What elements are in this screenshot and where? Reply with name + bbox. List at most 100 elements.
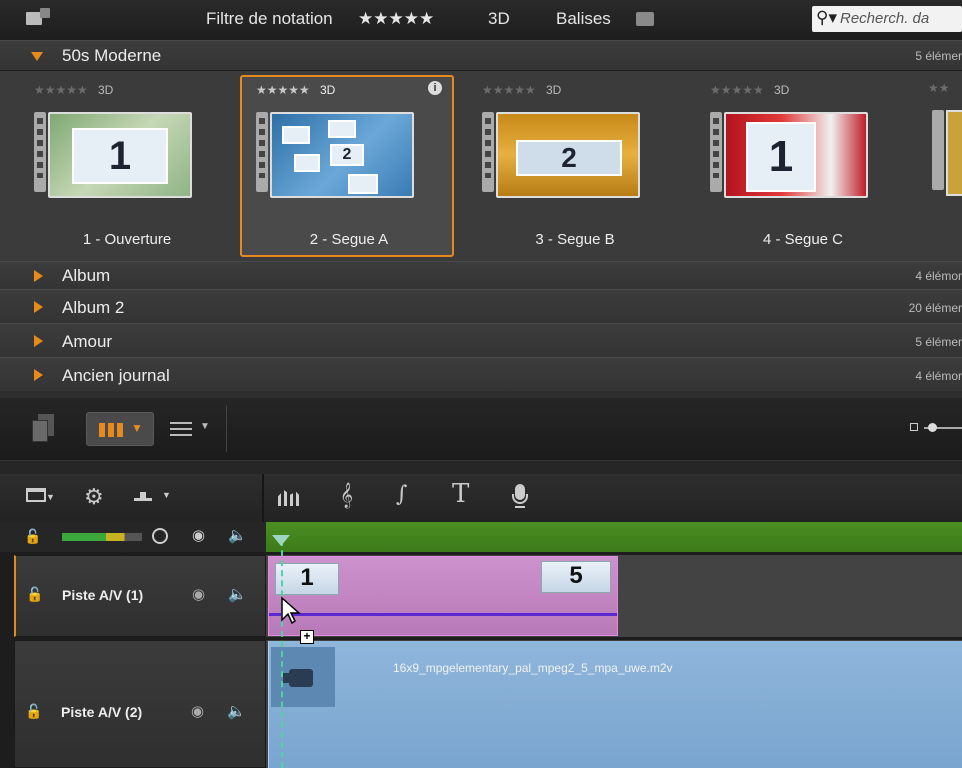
zoom-slider-handle[interactable] [928, 423, 937, 432]
tags-filter-label[interactable]: Balises [556, 9, 611, 29]
thumbnail-name: 4 - Segue C [762, 231, 844, 248]
3d-tag: 3D [98, 83, 114, 97]
list-icon [170, 422, 192, 436]
thumbnail-image: 2 [270, 112, 414, 198]
mini-tile [328, 120, 356, 138]
filter-3d-button[interactable]: 3D [488, 9, 510, 29]
rating-stars-partial: ★★ [928, 81, 950, 95]
info-icon[interactable]: i [428, 81, 442, 95]
zoom-slider[interactable] [910, 420, 962, 436]
collapsed-arrow-icon[interactable] [34, 301, 43, 313]
category-50s-moderne[interactable]: 50s Moderne 5 élémer [0, 40, 962, 70]
audio-mixer-icon[interactable] [278, 490, 302, 506]
track-name: Piste A/V (2) [61, 704, 143, 720]
category-ancien-journal[interactable]: Ancien journal 4 élémor [0, 357, 962, 391]
stack-view-icon[interactable] [32, 414, 58, 442]
speaker-icon[interactable]: 🔈 [228, 585, 247, 603]
volume-meter [62, 533, 142, 541]
collapsed-arrow-icon[interactable] [34, 270, 43, 282]
track-header-av1[interactable]: 🔓 Piste A/V (1) ◉ 🔈 [14, 555, 266, 637]
timeline-separator[interactable] [0, 460, 962, 474]
play-circle-icon[interactable] [152, 528, 168, 544]
category-amour[interactable]: Amour 5 élémer [0, 323, 962, 357]
collection-menu-icon[interactable] [26, 6, 54, 32]
category-album-2[interactable]: Album 2 20 élémer [0, 289, 962, 323]
microphone-icon[interactable] [512, 484, 528, 512]
film-strip-icon [710, 112, 722, 192]
film-strip-icon [932, 110, 944, 190]
thumbnail-name: 1 - Ouverture [82, 231, 172, 248]
category-name: 50s Moderne [62, 46, 162, 65]
toolbar-divider [262, 474, 264, 522]
track-header-av2[interactable]: 🔓 Piste A/V (2) ◉ 🔈 [14, 640, 266, 768]
tags-toggle-icon[interactable] [636, 12, 654, 26]
search-icon: ⚲▾ [816, 8, 837, 27]
playhead-line [281, 540, 283, 768]
thumbnail-image: 2 [496, 112, 640, 198]
thumbnail-item-selected[interactable]: ★★★★★ 3D i 2 2 - Segue A [240, 75, 454, 257]
timeline-toolbar: ▼ ⚙ ▼ 𝄞 ∫ T [0, 474, 962, 522]
search-input[interactable]: ⚲▾ Recherch. da [812, 6, 962, 32]
thumbnail-item[interactable]: ★★★★★ 3D 1 4 - Segue C [694, 75, 908, 257]
eye-icon[interactable]: ◉ [191, 702, 204, 720]
rating-stars[interactable]: ★★★★★ [710, 83, 764, 97]
lock-icon[interactable]: 🔓 [25, 703, 42, 720]
scorefitter-icon[interactable]: ∫ [396, 482, 407, 507]
thumbnail-image: 1 [48, 112, 192, 198]
category-count: 20 élémer [908, 301, 962, 315]
category-album[interactable]: Album 4 élémor [0, 261, 962, 289]
search-placeholder: Recherch. da [840, 10, 930, 27]
settings-icon[interactable]: ⚙ [84, 484, 104, 510]
track-options-icon[interactable]: ▼ [26, 488, 56, 508]
category-name: Album 2 [62, 298, 125, 317]
collapsed-arrow-icon[interactable] [34, 335, 43, 347]
rating-stars[interactable]: ★★★★★ [482, 83, 536, 97]
master-track-lane[interactable] [266, 522, 962, 552]
rating-filter-stars[interactable]: ★★★★★ [358, 9, 434, 29]
clip-start-number: 1 [275, 563, 339, 595]
timeline-clip-transition[interactable]: 1 5 [268, 556, 618, 636]
3d-tag: 3D [546, 83, 562, 97]
title-tool-icon[interactable]: T [452, 479, 469, 509]
thumbnail-number: 1 [72, 128, 168, 184]
track-name: Piste A/V (1) [62, 587, 144, 603]
film-strip-icon [256, 112, 268, 192]
category-count: 4 élémor [915, 269, 962, 283]
lock-icon[interactable]: 🔓 [24, 528, 41, 545]
rating-stars[interactable]: ★★★★★ [34, 83, 88, 97]
rating-stars[interactable]: ★★★★★ [256, 83, 310, 97]
thumbnail-image: 1 [724, 112, 868, 198]
category-name: Ancien journal [62, 366, 170, 385]
music-note-icon[interactable]: 𝄞 [340, 482, 353, 508]
list-view-button[interactable]: ▼ [166, 414, 216, 444]
thumbnail-view-button[interactable]: ▼ [86, 412, 154, 446]
film-strip-icon [34, 112, 46, 192]
browser-bottom-edge [0, 391, 962, 398]
view-toolbar: ▼ ▼ [0, 398, 962, 460]
zoom-small-icon [910, 423, 918, 431]
clip-end-number: 5 [541, 561, 611, 593]
collapsed-arrow-icon[interactable] [34, 369, 43, 381]
speaker-icon[interactable]: 🔈 [227, 702, 246, 720]
clip-filename: 16x9_mpgelementary_pal_mpeg2_5_mpa_uwe.m… [393, 661, 673, 675]
category-count: 5 élémer [915, 49, 962, 63]
eye-icon[interactable]: ◉ [192, 526, 205, 544]
chevron-down-icon: ▼ [200, 421, 210, 432]
timeline-clip-video[interactable]: 16x9_mpgelementary_pal_mpeg2_5_mpa_uwe.m… [268, 641, 962, 768]
thumbnail-grid: ★★★★★ 3D 1 1 - Ouverture ★★★★★ 3D i 2 2 … [0, 71, 962, 261]
snap-tool-icon[interactable]: ▼ [134, 490, 176, 506]
playhead-marker[interactable] [272, 535, 290, 546]
thumbnail-item[interactable]: ★★★★★ 3D 2 3 - Segue B [466, 75, 680, 257]
3d-tag: 3D [320, 83, 336, 97]
expanded-arrow-icon[interactable] [31, 52, 43, 61]
mini-tile [348, 174, 378, 194]
thumbnail-item[interactable]: ★★★★★ 3D 1 1 - Ouverture [18, 75, 232, 257]
speaker-icon[interactable]: 🔈 [228, 526, 247, 544]
category-name: Album [62, 266, 111, 285]
thumbnail-item-partial[interactable]: ★★ [918, 81, 962, 201]
thumbnail-image [946, 110, 962, 196]
thumbnail-number: 1 [746, 122, 816, 192]
mini-tile [282, 126, 310, 144]
eye-icon[interactable]: ◉ [192, 585, 205, 603]
lock-icon[interactable]: 🔓 [26, 586, 43, 603]
